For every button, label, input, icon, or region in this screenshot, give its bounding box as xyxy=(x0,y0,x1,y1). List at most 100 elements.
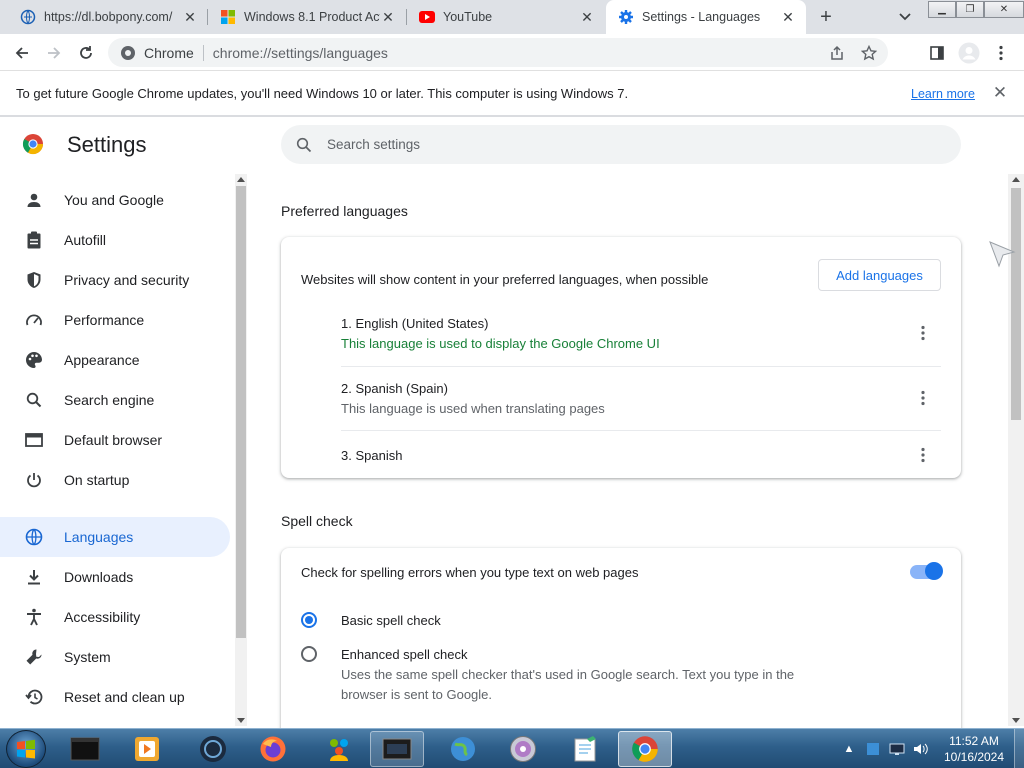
show-hidden-icons-icon[interactable]: ▲ xyxy=(840,740,858,758)
people-icon[interactable] xyxy=(312,731,366,767)
windows-taskbar: ▲ 11:52 AM 10/16/2024 xyxy=(0,728,1024,768)
tab-strip: https://dl.bobpony.com/ ✕ Windows 8.1 Pr… xyxy=(0,0,1024,34)
sidebar-item-downloads[interactable]: Downloads xyxy=(0,557,230,597)
volume-icon[interactable] xyxy=(912,740,930,758)
scroll-up-arrow-icon[interactable] xyxy=(1012,177,1020,182)
clipboard-icon xyxy=(24,230,44,250)
spell-check-toggle[interactable] xyxy=(910,562,943,580)
start-button[interactable] xyxy=(6,730,46,768)
tray-app-icon[interactable] xyxy=(864,740,882,758)
minimize-button[interactable]: ▁ xyxy=(928,1,956,18)
person-icon xyxy=(24,190,44,210)
enhanced-spell-check-radio[interactable] xyxy=(301,646,317,662)
row-divider xyxy=(341,430,941,431)
chrome-icon[interactable] xyxy=(618,731,672,767)
language-row: 2. Spanish (Spain) This language is used… xyxy=(281,380,961,444)
page-title: Settings xyxy=(67,132,147,157)
close-tab-icon[interactable]: ✕ xyxy=(182,9,198,25)
preferred-languages-card: Websites will show content in your prefe… xyxy=(281,237,961,478)
sidebar-item-label: Accessibility xyxy=(64,609,141,625)
back-button[interactable] xyxy=(9,40,35,66)
basic-spell-check-radio[interactable] xyxy=(301,612,317,628)
chrome-site-icon xyxy=(119,44,137,62)
media-player-icon[interactable] xyxy=(120,731,174,767)
bookmark-star-icon[interactable] xyxy=(858,42,880,64)
language-row: 1. English (United States) This language… xyxy=(281,315,961,379)
scrollbar-thumb[interactable] xyxy=(1011,188,1021,420)
menu-kebab-icon[interactable] xyxy=(990,42,1012,64)
sidebar-item-privacy[interactable]: Privacy and security xyxy=(0,260,230,300)
sidebar-item-label: Default browser xyxy=(64,432,163,448)
scrollbar-thumb[interactable] xyxy=(236,186,246,638)
more-options-icon[interactable] xyxy=(913,445,933,465)
dvd-icon[interactable] xyxy=(496,731,550,767)
tab-search-button[interactable] xyxy=(894,6,916,28)
sidebar-item-on-startup[interactable]: On startup xyxy=(0,460,230,500)
search-input[interactable]: Search settings xyxy=(281,125,961,164)
sidebar-item-appearance[interactable]: Appearance xyxy=(0,340,230,380)
close-infobar-icon[interactable]: ✕ xyxy=(990,83,1010,103)
tab-bobpony[interactable]: https://dl.bobpony.com/ ✕ xyxy=(8,0,208,34)
profile-avatar[interactable] xyxy=(958,42,980,64)
add-languages-button[interactable]: Add languages xyxy=(818,259,941,291)
sidebar-item-default-browser[interactable]: Default browser xyxy=(0,420,230,460)
wrench-icon xyxy=(24,647,44,667)
more-options-icon[interactable] xyxy=(913,388,933,408)
firefox-icon[interactable] xyxy=(246,731,300,767)
new-tab-button[interactable]: + xyxy=(814,5,838,29)
sidebar-item-system[interactable]: System xyxy=(0,637,230,677)
scroll-up-arrow-icon[interactable] xyxy=(237,177,245,182)
tab-title: Settings - Languages xyxy=(642,10,761,24)
window-app-icon[interactable] xyxy=(370,731,424,767)
share-icon[interactable] xyxy=(826,42,848,64)
sidebar-item-reset[interactable]: Reset and clean up xyxy=(0,677,230,717)
restore-button[interactable]: ❐ xyxy=(956,1,984,18)
scroll-down-arrow-icon[interactable] xyxy=(237,718,245,723)
sidebar-item-label: Search engine xyxy=(64,392,155,408)
enhanced-spell-check-label: Enhanced spell check xyxy=(341,647,468,662)
show-desktop-button[interactable] xyxy=(1014,729,1024,768)
globe-app-icon[interactable] xyxy=(436,731,490,767)
more-options-icon[interactable] xyxy=(913,323,933,343)
tab-settings-languages[interactable]: Settings - Languages ✕ xyxy=(606,0,806,34)
sidebar-item-autofill[interactable]: Autofill xyxy=(0,220,230,260)
url-text[interactable]: chrome://settings/languages xyxy=(213,45,388,61)
notepad-icon[interactable] xyxy=(558,731,612,767)
close-window-button[interactable]: ✕ xyxy=(984,1,1024,18)
sidebar-scrollbar[interactable] xyxy=(235,174,247,726)
spell-check-heading: Spell check xyxy=(281,513,353,529)
close-tab-icon[interactable]: ✕ xyxy=(579,9,595,25)
sidebar-item-search-engine[interactable]: Search engine xyxy=(0,380,230,420)
sidebar-item-languages[interactable]: Languages xyxy=(0,517,230,557)
scroll-down-arrow-icon[interactable] xyxy=(1012,718,1020,723)
taskbar-clock[interactable]: 11:52 AM 10/16/2024 xyxy=(938,733,1010,765)
sidebar-item-you-and-google[interactable]: You and Google xyxy=(0,180,230,220)
sidebar-item-performance[interactable]: Performance xyxy=(0,300,230,340)
learn-more-link[interactable]: Learn more xyxy=(911,87,975,101)
close-tab-icon[interactable]: ✕ xyxy=(380,9,396,25)
reload-button[interactable] xyxy=(73,40,99,66)
window-controls: ▁ ❐ ✕ xyxy=(928,1,1024,18)
language-note: This language is used to display the Goo… xyxy=(341,336,660,351)
language-note: This language is used when translating p… xyxy=(341,401,605,416)
sidebar-item-label: System xyxy=(64,649,111,665)
tab-windows[interactable]: Windows 8.1 Product Act ✕ xyxy=(208,0,406,34)
network-icon[interactable] xyxy=(888,740,906,758)
address-divider xyxy=(202,44,204,61)
search-icon xyxy=(295,136,313,154)
basic-spell-check-label: Basic spell check xyxy=(341,613,441,628)
clock-time: 11:52 AM xyxy=(949,734,999,748)
close-tab-icon[interactable]: ✕ xyxy=(780,9,796,25)
row-divider xyxy=(341,366,941,367)
forward-button[interactable] xyxy=(41,40,67,66)
enhanced-description-line2: browser is sent to Google. xyxy=(341,687,493,702)
sidebar-item-accessibility[interactable]: Accessibility xyxy=(0,597,230,637)
tab-youtube[interactable]: YouTube ✕ xyxy=(407,0,605,34)
language-name: 2. Spanish (Spain) xyxy=(341,381,448,396)
address-bar[interactable]: Chrome chrome://settings/languages xyxy=(108,38,888,67)
preferred-description: Websites will show content in your prefe… xyxy=(301,272,709,287)
app-icon[interactable] xyxy=(186,731,240,767)
command-prompt-icon[interactable] xyxy=(58,731,112,767)
side-panel-icon[interactable] xyxy=(926,42,948,64)
chrome-logo xyxy=(22,133,44,155)
